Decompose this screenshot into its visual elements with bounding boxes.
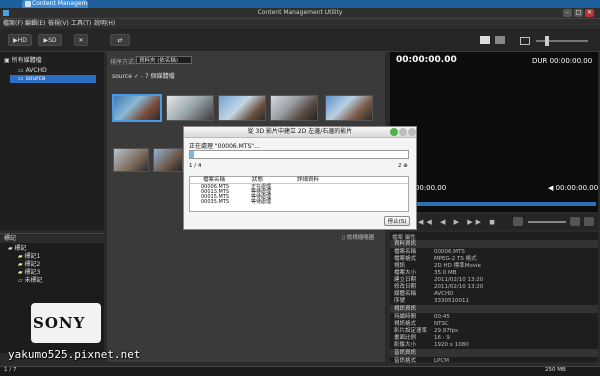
- info-key: 音訊格式: [394, 358, 417, 364]
- thumbnail-4[interactable]: [270, 95, 318, 121]
- watermark-text: yakumo525.pixnet.net: [8, 348, 141, 361]
- dialog-status-text: 正在處理 "00006.MTS"…: [189, 143, 261, 150]
- timecode-current: 00:00:00.00: [396, 55, 457, 65]
- zoom-slider[interactable]: [536, 40, 588, 42]
- mark-item-unmarked[interactable]: ▱ 未標記: [18, 277, 43, 285]
- sort-label: 排序方式:: [110, 59, 137, 66]
- single-view-icon[interactable]: [520, 37, 530, 45]
- menu-tools[interactable]: 工具(T): [71, 19, 91, 28]
- menu-help[interactable]: 說明(H): [94, 19, 115, 28]
- zoom-slider-handle[interactable]: [545, 36, 549, 46]
- table-cell-name: 00035.MTS: [201, 199, 230, 205]
- dialog-title: 從 3D 影片中建立 2D 左邊/右邊的影片: [184, 127, 416, 138]
- progress-count-right: 2 ⊕: [398, 163, 408, 169]
- app-icon: [25, 1, 31, 7]
- timecode-duration: DUR 00:00:00.00: [532, 57, 593, 65]
- tree-item-source[interactable]: ▭ source: [18, 75, 46, 83]
- folder-icon: ▣: [4, 57, 12, 64]
- info-value: LPCM: [434, 358, 449, 364]
- toolbar: [0, 29, 600, 52]
- mark-root[interactable]: ▰ 標記: [8, 245, 27, 253]
- table-header-detail[interactable]: 詳細資料: [297, 177, 319, 183]
- breadcrumb: source ✓ - 7 個媒體檔: [112, 73, 175, 80]
- thumbnail-2[interactable]: [166, 95, 214, 121]
- status-size: 250 MB: [545, 367, 566, 373]
- section-audio-info: 音訊資訊: [390, 349, 598, 357]
- dialog-close-button[interactable]: [408, 128, 416, 136]
- tree-root[interactable]: ▣ 所有媒體檔: [4, 57, 42, 65]
- menu-file[interactable]: 檔案(F): [3, 19, 23, 28]
- info-value: 3330510011: [434, 298, 469, 304]
- mark-panel-header: 標記: [0, 233, 104, 243]
- menu-view[interactable]: 檢視(V): [48, 19, 69, 28]
- progress-bar: [189, 150, 409, 159]
- info-key: 序號: [394, 298, 406, 304]
- mark-item-1[interactable]: ▰ 標記1: [18, 253, 40, 261]
- thumbnail-6[interactable]: [113, 148, 149, 172]
- progress-count: 1 / 4: [189, 163, 202, 169]
- minimize-button[interactable]: –: [563, 9, 572, 17]
- mark-item-2[interactable]: ▰ 標記2: [18, 261, 40, 269]
- thumbnail-view-toggle[interactable]: ▯ 檢視縮略圖: [342, 233, 374, 241]
- menu-edit[interactable]: 編輯(E): [25, 19, 45, 28]
- dialog-help-icon[interactable]: [390, 128, 398, 136]
- mark-item-3[interactable]: ▰ 標記3: [18, 269, 40, 277]
- status-count: 1 / 7: [4, 367, 17, 373]
- delete-button[interactable]: ✕: [74, 34, 88, 46]
- sort-dropdown[interactable]: 資料夾 (依名稱): [136, 56, 192, 64]
- timecode-out: ◀ 00:00:00.00: [548, 184, 599, 192]
- volume-slider[interactable]: [528, 221, 566, 223]
- thumbnail-3[interactable]: [218, 95, 266, 121]
- brand-text: SONY: [33, 314, 86, 332]
- thumbnail-1[interactable]: [112, 94, 162, 122]
- browser-tab-strip: [0, 0, 600, 8]
- section-video-info: 視訊資訊: [390, 305, 598, 313]
- table-header-status[interactable]: 狀態: [252, 177, 263, 183]
- section-file-info: 資料資訊: [390, 240, 598, 248]
- info-key: 影像大小: [394, 342, 417, 348]
- volume-icon[interactable]: [513, 217, 523, 226]
- thumbnail-5[interactable]: [325, 95, 373, 121]
- properties-panel: [390, 232, 598, 362]
- maximize-button[interactable]: □: [574, 9, 583, 17]
- browser-tab[interactable]: Content Management ...: [22, 0, 88, 8]
- table-header-name[interactable]: 檔案名稱: [203, 177, 225, 183]
- import-button[interactable]: ▶HD: [8, 34, 32, 46]
- stop-button[interactable]: 停止(S): [384, 216, 410, 226]
- window-title: Content Management Utility: [257, 9, 343, 16]
- progress-bar-fill: [190, 151, 194, 158]
- export-button[interactable]: ▶SD: [38, 34, 62, 46]
- close-button[interactable]: ✕: [585, 9, 594, 17]
- remove-mark-button[interactable]: [584, 217, 594, 226]
- folder-icon: ▭: [18, 75, 26, 82]
- folder-icon: ▭: [18, 67, 26, 74]
- dialog-minimize-button[interactable]: [399, 128, 407, 136]
- add-mark-button[interactable]: [570, 217, 580, 226]
- tree-item-avchd[interactable]: ▭ AVCHD: [18, 67, 47, 75]
- convert-button[interactable]: ⇄: [110, 34, 130, 46]
- thumbnail-7[interactable]: [153, 148, 183, 172]
- table-cell-status: 等待處理: [251, 199, 272, 205]
- info-value: 1920 x 1080: [434, 342, 469, 348]
- list-view-icon[interactable]: [495, 36, 505, 44]
- seek-bar[interactable]: [392, 202, 596, 206]
- playback-buttons[interactable]: ◀◀ ◀ ▶ ▶▶ ◼: [418, 218, 498, 226]
- grid-view-icon[interactable]: [480, 36, 490, 44]
